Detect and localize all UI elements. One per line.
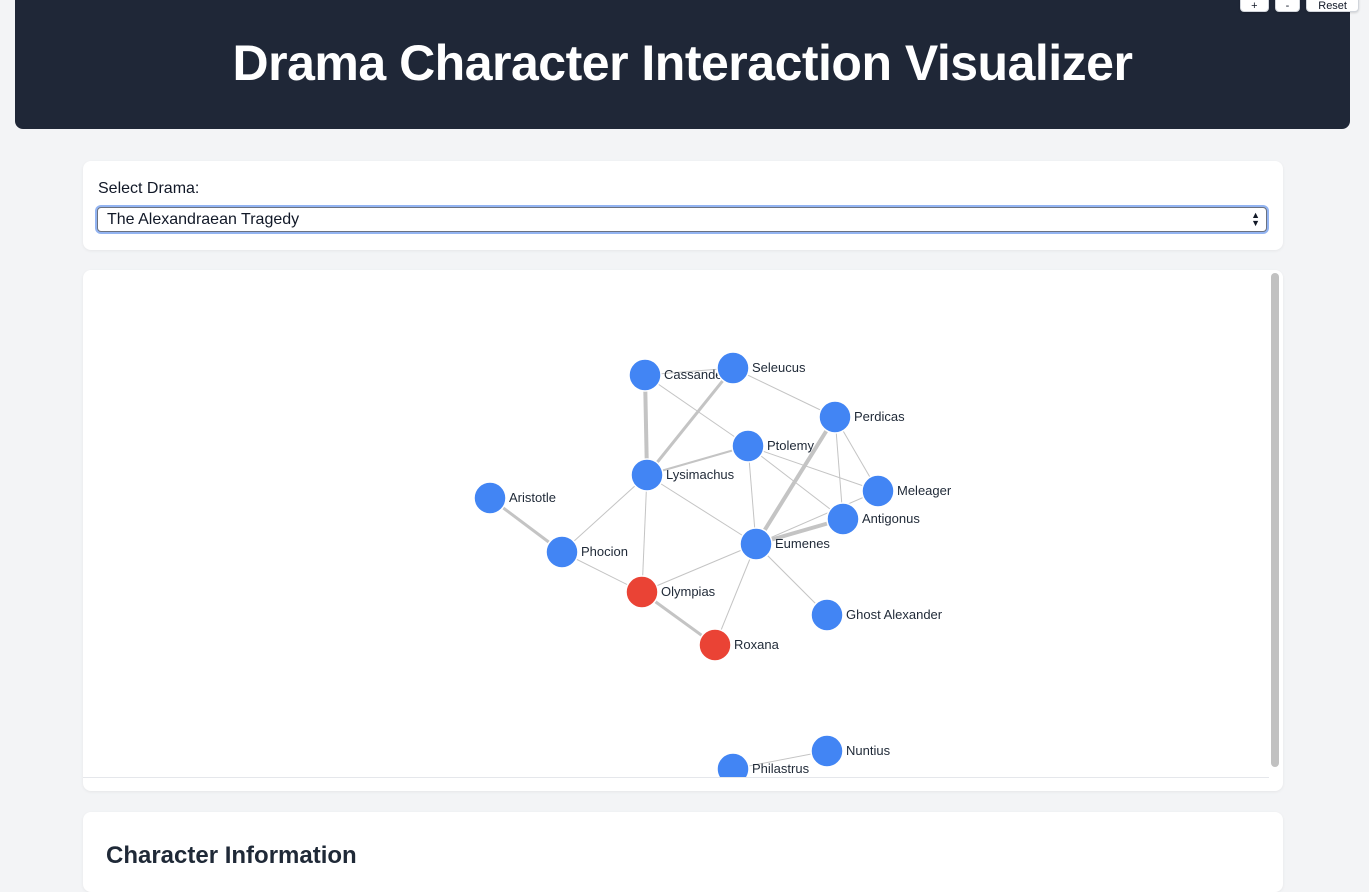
node-label-ghost-alexander: Ghost Alexander [846, 607, 943, 622]
node-circle-cassander[interactable] [628, 358, 662, 392]
node-label-olympias: Olympias [661, 584, 716, 599]
drama-select[interactable]: The Alexandraean Tragedy ▲ ▼ [97, 207, 1267, 232]
node-label-perdicas: Perdicas [854, 409, 905, 424]
drama-select-label: Select Drama: [98, 180, 200, 197]
graph-scrollbar[interactable] [1268, 270, 1283, 777]
node-circle-lysimachus[interactable] [630, 458, 664, 492]
zoom-out-button[interactable]: - [1274, 0, 1301, 12]
node-circle-nuntius[interactable] [810, 734, 844, 768]
node-label-seleucus: Seleucus [752, 360, 806, 375]
node-label-lysimachus: Lysimachus [666, 467, 735, 482]
node-label-meleager: Meleager [897, 483, 952, 498]
node-roxana[interactable]: Roxana [698, 628, 780, 662]
character-network-graph[interactable]: Cassander Seleucus Perdicas Ptolemy Lysimach… [83, 270, 1268, 777]
node-phocion[interactable]: Phocion [545, 535, 628, 569]
zoom-controls: + - Reset [1240, 0, 1359, 12]
edge-lysimachus-olympias [641, 474, 648, 593]
page-title: Drama Character Interaction Visualizer [232, 34, 1133, 91]
node-circle-ptolemy[interactable] [731, 429, 765, 463]
node-nuntius[interactable]: Nuntius [810, 734, 891, 768]
node-ptolemy[interactable]: Ptolemy [731, 429, 814, 463]
node-circle-philastrus[interactable] [716, 752, 750, 777]
node-circle-phocion[interactable] [545, 535, 579, 569]
graph-card: Cassander Seleucus Perdicas Ptolemy Lysimach… [83, 270, 1283, 791]
select-arrows-icon: ▲ ▼ [1251, 210, 1260, 228]
node-label-antigonus: Antigonus [862, 511, 920, 526]
edge-cassander-ptolemy [644, 374, 749, 447]
page-header: Drama Character Interaction Visualizer [15, 0, 1350, 129]
node-aristotle[interactable]: Aristotle [473, 481, 556, 515]
edge-seleucus-perdicas [732, 367, 836, 418]
node-circle-meleager[interactable] [861, 474, 895, 508]
node-label-roxana: Roxana [734, 637, 780, 652]
nodes-layer: Cassander Seleucus Perdicas Ptolemy Lysimach… [473, 351, 952, 777]
node-eumenes[interactable]: Eumenes [739, 527, 830, 561]
node-label-philastrus: Philastrus [752, 761, 810, 776]
edge-seleucus-lysimachus [645, 367, 735, 476]
node-label-ptolemy: Ptolemy [767, 438, 814, 453]
node-meleager[interactable]: Meleager [861, 474, 952, 508]
node-circle-olympias[interactable] [625, 575, 659, 609]
node-circle-antigonus[interactable] [826, 502, 860, 536]
edge-ptolemy-antigonus [747, 445, 844, 520]
node-label-aristotle: Aristotle [509, 490, 556, 505]
node-circle-aristotle[interactable] [473, 481, 507, 515]
graph-viewport[interactable]: Cassander Seleucus Perdicas Ptolemy Lysimach… [83, 270, 1269, 778]
node-perdicas[interactable]: Perdicas [818, 400, 905, 434]
node-label-eumenes: Eumenes [775, 536, 830, 551]
node-seleucus[interactable]: Seleucus [716, 351, 806, 385]
zoom-reset-button[interactable]: Reset [1306, 0, 1359, 12]
graph-scrollbar-thumb[interactable] [1271, 273, 1279, 767]
character-info-heading: Character Information [106, 842, 357, 869]
node-circle-seleucus[interactable] [716, 351, 750, 385]
node-circle-roxana[interactable] [698, 628, 732, 662]
node-ghost-alexander[interactable]: Ghost Alexander [810, 598, 943, 632]
node-label-phocion: Phocion [581, 544, 628, 559]
edge-lysimachus-phocion [561, 474, 648, 553]
character-info-card: Character Information [83, 812, 1283, 892]
node-cassander[interactable]: Cassander [628, 358, 728, 392]
drama-select-card: Select Drama: The Alexandraean Tragedy ▲… [83, 161, 1283, 250]
node-antigonus[interactable]: Antigonus [826, 502, 920, 536]
edge-lysimachus-eumenes [646, 474, 757, 545]
zoom-in-button[interactable]: + [1240, 0, 1269, 12]
node-olympias[interactable]: Olympias [625, 575, 716, 609]
edges-layer [489, 367, 879, 770]
drama-select-value: The Alexandraean Tragedy [107, 211, 300, 228]
node-circle-ghost-alexander[interactable] [810, 598, 844, 632]
node-label-nuntius: Nuntius [846, 743, 891, 758]
node-circle-perdicas[interactable] [818, 400, 852, 434]
node-circle-eumenes[interactable] [739, 527, 773, 561]
